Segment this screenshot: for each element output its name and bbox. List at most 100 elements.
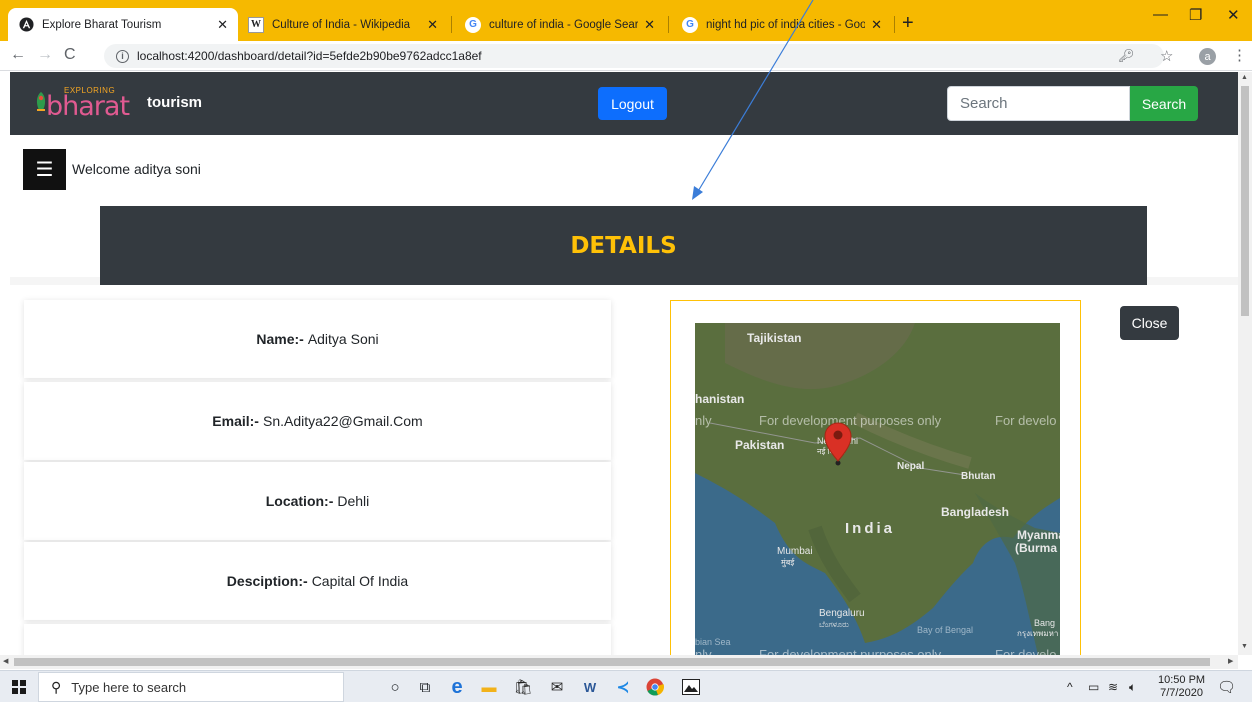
tab-wikipedia[interactable]: W Culture of India - Wikipedia ✕: [238, 8, 448, 41]
scroll-left-icon[interactable]: ◀: [3, 657, 8, 665]
tab-separator: [451, 16, 452, 33]
scroll-right-icon[interactable]: ▶: [1228, 657, 1233, 665]
logo-big-text: bharat: [46, 91, 130, 122]
close-tab-icon[interactable]: ✕: [217, 17, 228, 33]
detail-value: Sn.Aditya22@Gmail.Com: [262, 413, 423, 429]
tab-google-images[interactable]: G night hd pic of india cities - Goog ✕: [672, 8, 892, 41]
taskbar-search-placeholder: Type here to search: [71, 679, 187, 695]
file-explorer-icon[interactable]: ▬: [478, 677, 500, 697]
scroll-down-icon[interactable]: ▼: [1241, 643, 1248, 650]
search-button[interactable]: Search: [1130, 86, 1198, 121]
notifications-icon[interactable]: 🗨︎: [1217, 678, 1236, 696]
detail-card-partial: [24, 624, 611, 655]
logout-button[interactable]: Logout: [598, 87, 667, 120]
window-close-icon[interactable]: ✕: [1227, 6, 1240, 24]
google-icon: G: [682, 16, 698, 33]
close-tab-icon[interactable]: ✕: [871, 17, 882, 33]
show-hidden-icons-icon[interactable]: ^: [1067, 680, 1073, 694]
info-icon[interactable]: i: [116, 49, 129, 63]
angular-icon: [18, 17, 34, 33]
welcome-text: Welcome aditya soni: [72, 161, 201, 177]
store-icon[interactable]: 🛍︎: [512, 677, 534, 697]
photos-icon[interactable]: [680, 677, 702, 697]
cortana-icon[interactable]: ○: [384, 677, 406, 697]
browser-tab-strip: Explore Bharat Tourism ✕ W Culture of In…: [0, 0, 1252, 41]
page-viewport: EXPLORING bharat tourism Logout Search S…: [0, 72, 1238, 655]
map-label-bangkok-local: กรุงเทพมหา: [1017, 629, 1058, 638]
url-text: localhost:4200/dashboard/detail?id=5efde…: [137, 49, 482, 63]
tab-title: Culture of India - Wikipedia: [272, 18, 411, 31]
battery-icon[interactable]: ▭: [1088, 680, 1099, 694]
chrome-icon[interactable]: [644, 677, 666, 697]
detail-value: Aditya Soni: [307, 331, 379, 347]
clock-date: 7/7/2020: [1160, 687, 1203, 699]
scroll-up-icon[interactable]: ▲: [1241, 74, 1248, 81]
site-logo[interactable]: EXPLORING bharat: [34, 86, 134, 122]
map-watermark: For development purposes only: [759, 647, 942, 655]
menu-kebab-icon[interactable]: ⋮: [1232, 46, 1247, 64]
volume-icon[interactable]: 🔈︎: [1129, 680, 1136, 695]
taskbar-clock[interactable]: 10:50 PM 7/7/2020: [1158, 674, 1205, 700]
back-icon[interactable]: ←: [10, 46, 26, 64]
search-icon: ⚲: [51, 678, 62, 695]
tab-google-search[interactable]: G culture of india - Google Search ✕: [455, 8, 665, 41]
detail-card-email: Email:- Sn.Aditya22@Gmail.Com: [24, 382, 611, 460]
profile-avatar[interactable]: a: [1199, 48, 1216, 65]
map-watermark: nly: [695, 647, 712, 655]
horizontal-scrollbar[interactable]: ◀ ▶: [0, 655, 1238, 669]
map-label-myanmar: Myanma: [1017, 528, 1060, 542]
detail-card-name: Name:- Aditya Soni: [24, 300, 611, 378]
site-navbar: EXPLORING bharat tourism Logout Search S…: [10, 72, 1238, 135]
mail-icon[interactable]: ✉: [546, 677, 568, 697]
location-map[interactable]: Tajikistan hanistan Pakistan New Delhi न…: [695, 323, 1060, 655]
details-heading: DETAILS: [100, 206, 1147, 285]
brand-text[interactable]: tourism: [147, 94, 202, 111]
star-icon[interactable]: ☆: [1160, 47, 1173, 65]
detail-label: Location:-: [265, 493, 334, 509]
detail-label: Name:-: [256, 331, 304, 347]
map-frame: Tajikistan hanistan Pakistan New Delhi न…: [670, 300, 1081, 655]
url-input[interactable]: i localhost:4200/dashboard/detail?id=5ef…: [104, 44, 1164, 68]
wifi-icon[interactable]: ≋: [1108, 680, 1118, 694]
detail-value: Dehli: [337, 493, 370, 509]
map-label-mumbai: Mumbai: [777, 546, 813, 557]
tab-separator: [668, 16, 669, 33]
restore-icon[interactable]: ❐: [1189, 6, 1202, 24]
close-button[interactable]: Close: [1120, 306, 1179, 340]
task-view-icon[interactable]: ⧉: [414, 677, 436, 697]
map-label-nepal: Nepal: [897, 461, 924, 472]
scroll-thumb[interactable]: [1241, 86, 1249, 316]
word-icon[interactable]: W: [579, 677, 601, 697]
minimize-icon[interactable]: —: [1153, 6, 1168, 23]
detail-label: Desciption:-: [226, 573, 308, 589]
map-label-bangladesh: Bangladesh: [941, 505, 1009, 519]
tab-title: culture of india - Google Search: [489, 18, 639, 31]
map-label-myanmar-2: (Burma: [1015, 541, 1057, 555]
new-tab-icon[interactable]: +: [902, 12, 914, 35]
windows-start-icon[interactable]: [12, 680, 26, 694]
map-watermark: For develo: [995, 413, 1056, 428]
map-watermark: For development purposes only: [759, 413, 942, 428]
taskbar-search-input[interactable]: ⚲ Type here to search: [38, 672, 344, 702]
close-tab-icon[interactable]: ✕: [644, 17, 655, 33]
close-tab-icon[interactable]: ✕: [427, 17, 438, 33]
map-label-mumbai-local: मुंबई: [781, 557, 795, 568]
map-label-afghanistan: hanistan: [695, 392, 744, 406]
search-input[interactable]: Search: [947, 86, 1130, 121]
edge-icon[interactable]: e: [446, 676, 468, 698]
vertical-scrollbar[interactable]: ▲ ▼: [1238, 72, 1252, 655]
map-watermark: nly: [695, 413, 712, 428]
map-label-tajikistan: Tajikistan: [747, 331, 801, 345]
tab-separator: [894, 16, 895, 33]
tab-explore-bharat[interactable]: Explore Bharat Tourism ✕: [8, 8, 238, 41]
map-label-bengaluru-local: ಬೆಂಗಳೂರು: [819, 620, 849, 629]
tab-title: Explore Bharat Tourism: [42, 18, 162, 31]
key-icon[interactable]: 🔑︎: [1118, 48, 1135, 64]
hamburger-menu-icon[interactable]: ☰: [23, 149, 66, 190]
detail-value: Capital Of India: [311, 573, 409, 589]
forward-icon[interactable]: →: [37, 46, 53, 64]
detail-label: Email:-: [212, 413, 259, 429]
vscode-icon[interactable]: ≺: [612, 677, 634, 697]
scroll-thumb[interactable]: [14, 658, 1210, 666]
reload-icon[interactable]: C: [64, 46, 76, 64]
